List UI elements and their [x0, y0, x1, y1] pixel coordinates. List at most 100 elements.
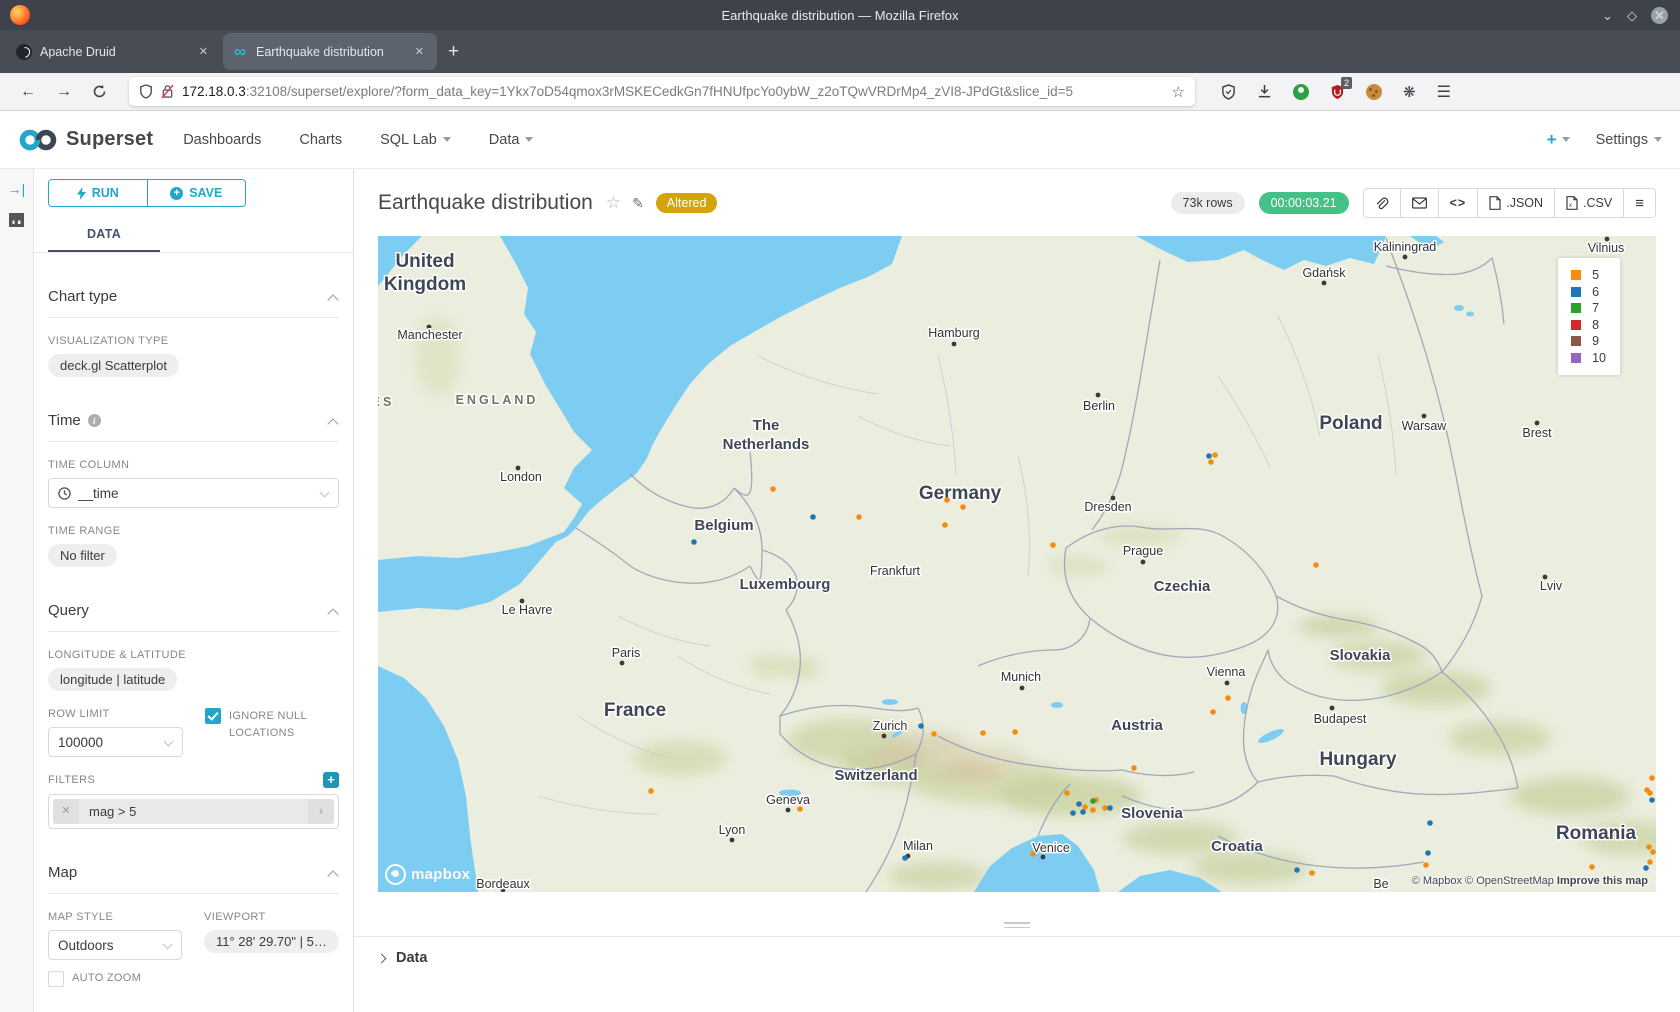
data-results-panel[interactable]: Data [354, 936, 1680, 979]
auto-zoom-checkbox[interactable] [48, 971, 64, 987]
earthquake-point[interactable] [810, 514, 816, 520]
copy-link-button[interactable] [1364, 189, 1400, 217]
browser-tab-apache-druid[interactable]: Apache Druid ✕ [8, 34, 220, 69]
earthquake-point[interactable] [1050, 542, 1056, 548]
osm-attribution-link[interactable]: © OpenStreetMap [1465, 875, 1554, 887]
earthquake-point[interactable] [944, 497, 950, 503]
earthquake-point[interactable] [1107, 805, 1113, 811]
lonlat-value[interactable]: longitude | latitude [48, 668, 177, 691]
nav-data[interactable]: Data [489, 132, 534, 148]
row-limit-select[interactable]: 100000 [48, 727, 183, 757]
earthquake-point[interactable] [1649, 797, 1655, 803]
mapbox-logo[interactable]: mapbox [385, 864, 470, 885]
new-tab-button[interactable]: + [436, 42, 471, 61]
section-chart-type[interactable]: Chart type [48, 279, 339, 318]
cookie-extension-icon[interactable] [1366, 84, 1382, 100]
earthquake-point[interactable] [1070, 810, 1076, 816]
export-csv-button[interactable]: x .CSV [1554, 189, 1623, 217]
tab-close-icon[interactable]: ✕ [411, 43, 428, 60]
resize-handle[interactable] [1004, 922, 1030, 928]
email-button[interactable] [1400, 189, 1438, 217]
window-maximize-icon[interactable]: ◇ [1627, 9, 1637, 22]
ignore-null-checkbox[interactable] [205, 708, 221, 724]
earthquake-point[interactable] [1427, 820, 1433, 826]
protections-shield-icon[interactable] [1221, 84, 1236, 100]
earthquake-point[interactable] [797, 806, 803, 812]
remove-filter-icon[interactable]: ✕ [53, 799, 79, 824]
earthquake-point[interactable] [1012, 729, 1018, 735]
settings-menu[interactable]: Settings [1596, 132, 1662, 148]
chevron-right-icon[interactable]: › [308, 799, 334, 824]
map-style-select[interactable]: Outdoors [48, 930, 182, 960]
earthquake-point[interactable] [1643, 865, 1649, 871]
downloads-icon[interactable] [1257, 84, 1272, 99]
earthquake-point[interactable] [918, 723, 924, 729]
time-range-value[interactable]: No filter [48, 544, 117, 567]
dataset-grid-icon[interactable] [9, 213, 24, 227]
earthquake-point[interactable] [931, 731, 937, 737]
add-new-button[interactable]: + [1547, 130, 1570, 150]
earthquake-point[interactable] [856, 514, 862, 520]
earthquake-point[interactable] [648, 788, 654, 794]
earthquake-point[interactable] [1647, 859, 1653, 865]
earthquake-point[interactable] [1589, 864, 1595, 870]
time-column-select[interactable]: __time [48, 478, 339, 508]
earthquake-point[interactable] [1423, 862, 1429, 868]
browser-tab-earthquake-distribution[interactable]: ∞ Earthquake distribution ✕ [224, 34, 436, 69]
earthquake-point[interactable] [902, 855, 908, 861]
tab-data[interactable]: DATA [48, 215, 160, 252]
earthquake-point[interactable] [980, 730, 986, 736]
run-button[interactable]: RUN [49, 180, 147, 206]
earthquake-point[interactable] [691, 539, 697, 545]
earthquake-point[interactable] [1090, 798, 1096, 804]
earthquake-point[interactable] [1080, 809, 1086, 815]
mapbox-attribution-link[interactable]: © Mapbox [1412, 875, 1462, 887]
forward-button[interactable]: → [46, 84, 82, 100]
earthquake-point[interactable] [1131, 765, 1137, 771]
earthquake-point[interactable] [942, 522, 948, 528]
reload-button[interactable] [82, 84, 117, 99]
earthquake-point[interactable] [1313, 562, 1319, 568]
deckgl-map[interactable]: ENGLANDESManchesterLondonLe HavreParisBo… [378, 236, 1656, 892]
earthquake-point[interactable] [1064, 790, 1070, 796]
edit-title-icon[interactable]: ✎ [632, 195, 644, 212]
earthquake-point[interactable] [1649, 775, 1655, 781]
viewport-value[interactable]: 11° 28' 29.70" | 50... [204, 930, 339, 953]
window-minimize-icon[interactable]: ⌄ [1602, 9, 1613, 22]
extension-green-icon[interactable] [1293, 84, 1309, 100]
section-query[interactable]: Query [48, 593, 339, 632]
viz-type-value[interactable]: deck.gl Scatterplot [48, 354, 179, 377]
earthquake-point[interactable] [960, 504, 966, 510]
earthquake-point[interactable] [1082, 804, 1088, 810]
earthquake-point[interactable] [1208, 459, 1214, 465]
earthquake-point[interactable] [1644, 787, 1650, 793]
earthquake-point[interactable] [1076, 801, 1082, 807]
export-json-button[interactable]: .JSON [1477, 189, 1554, 217]
bookmark-star-icon[interactable]: ☆ [1172, 83, 1185, 101]
embed-code-button[interactable]: <> [1438, 189, 1478, 217]
earthquake-point[interactable] [1090, 807, 1096, 813]
earthquake-point[interactable] [1206, 453, 1212, 459]
earthquake-point[interactable] [1294, 867, 1300, 873]
earthquake-point[interactable] [1210, 709, 1216, 715]
add-filter-button[interactable]: + [323, 772, 339, 788]
expand-panel-icon[interactable]: →| [8, 181, 26, 197]
earthquake-point[interactable] [1650, 849, 1656, 855]
nav-sql-lab[interactable]: SQL Lab [380, 132, 451, 148]
earthquake-point[interactable] [1225, 695, 1231, 701]
improve-map-link[interactable]: Improve this map [1557, 875, 1648, 887]
earthquake-point[interactable] [1646, 844, 1652, 850]
filter-chip[interactable]: ✕ mag > 5 › [53, 799, 334, 824]
earthquake-point[interactable] [770, 486, 776, 492]
earthquake-point[interactable] [1030, 851, 1036, 857]
earthquake-point[interactable] [1102, 805, 1108, 811]
asterisk-extension-icon[interactable]: ❋ [1403, 83, 1416, 101]
nav-charts[interactable]: Charts [299, 132, 342, 148]
url-bar[interactable]: 172.18.0.3:32108/superset/explore/?form_… [129, 77, 1195, 106]
favorite-star-icon[interactable]: ☆ [606, 193, 621, 213]
menu-icon[interactable]: ☰ [1437, 82, 1451, 102]
earthquake-point[interactable] [1309, 870, 1315, 876]
section-time[interactable]: Timei [48, 403, 339, 442]
tab-close-icon[interactable]: ✕ [195, 43, 212, 60]
section-map[interactable]: Map [48, 855, 339, 894]
